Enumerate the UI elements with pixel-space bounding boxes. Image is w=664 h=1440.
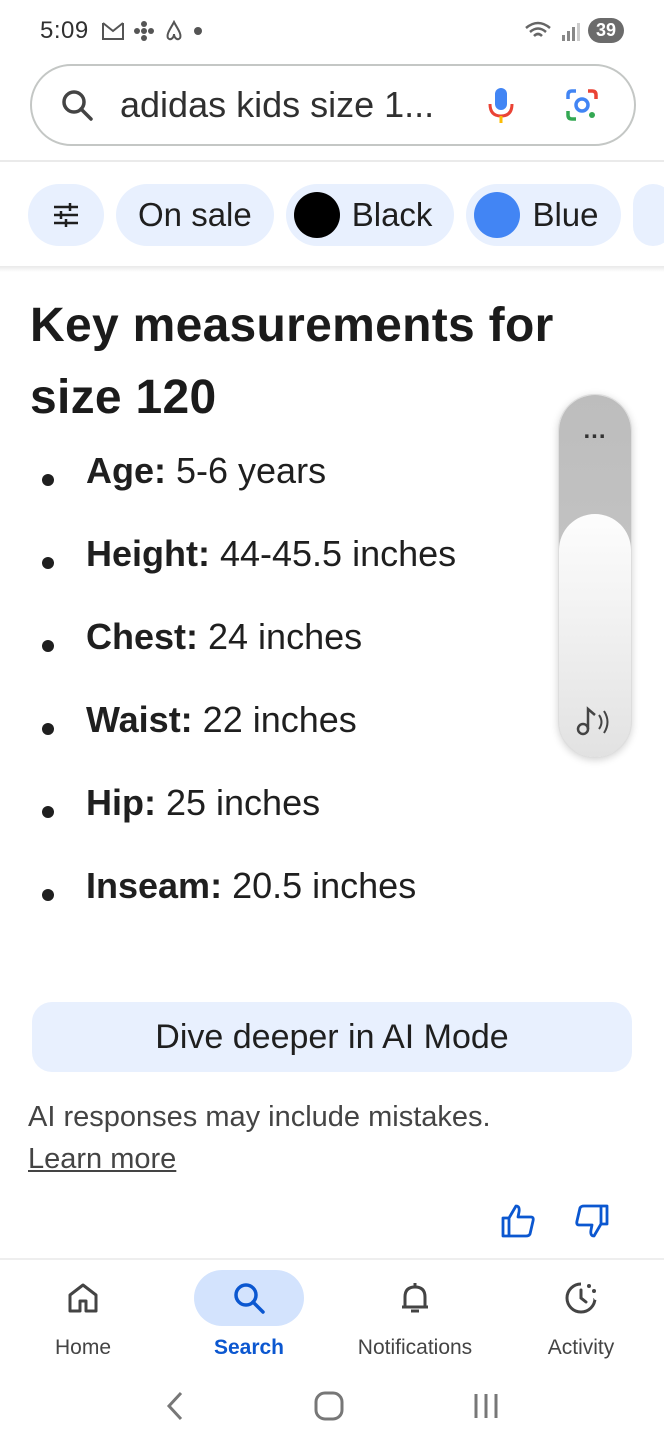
nav-search[interactable]: Search — [166, 1260, 332, 1368]
home-icon — [68, 1283, 98, 1313]
thumbs-up-icon[interactable] — [500, 1204, 536, 1238]
measurement-label: Inseam: — [86, 865, 223, 906]
chip-black[interactable]: Black — [285, 184, 455, 246]
measurement-label: Hip: — [86, 782, 156, 823]
ai-disclaimer: AI responses may include mistakes. Learn… — [28, 1096, 491, 1180]
search-icon — [62, 90, 93, 121]
measurement-label: Height: — [86, 533, 210, 574]
bell-icon — [402, 1283, 428, 1313]
learn-more-link[interactable]: Learn more — [28, 1138, 491, 1180]
tune-icon — [54, 203, 78, 227]
signal-icon — [561, 22, 580, 41]
activity-icon — [565, 1282, 598, 1314]
measurements-list: Age: 5-6 years Height: 44-45.5 inches Ches… — [30, 450, 456, 948]
nav-icon-container — [28, 1270, 138, 1326]
list-item: Inseam: 20.5 inches — [30, 865, 456, 948]
filters-button[interactable] — [28, 184, 104, 246]
airbnb-icon — [166, 20, 182, 41]
divider — [0, 266, 664, 272]
wifi-icon — [525, 21, 551, 37]
list-item: Waist: 22 inches — [30, 699, 456, 782]
measurement-label: Waist: — [86, 699, 193, 740]
search-bar[interactable]: adidas kids size 1... — [30, 64, 636, 146]
google-lens-icon[interactable] — [564, 87, 600, 123]
measurement-value: 25 inches — [165, 782, 321, 823]
chip-label: On sale — [138, 196, 252, 233]
home-button-icon[interactable] — [313, 1390, 345, 1422]
overview-heading: Key measurements for size 120 — [30, 299, 554, 424]
chip-on-sale[interactable]: On sale — [116, 184, 274, 246]
chip-more[interactable] — [632, 184, 664, 246]
media-volume-icon[interactable] — [575, 705, 615, 739]
back-icon[interactable] — [163, 1390, 187, 1422]
measurement-label: Age: — [86, 450, 166, 491]
filter-chips: On sale Black Blue — [28, 184, 664, 246]
list-item: Hip: 25 inches — [30, 782, 456, 865]
bottom-navigation: Home Search Notifications Activity — [0, 1258, 664, 1368]
thumbs-down-icon[interactable] — [574, 1204, 610, 1238]
bullet — [42, 557, 54, 569]
measurement-label: Chest: — [86, 616, 199, 657]
status-time: 5:09 — [40, 17, 89, 44]
divider — [0, 160, 664, 162]
list-item: Age: 5-6 years — [30, 450, 456, 533]
search-icon — [234, 1283, 265, 1314]
list-item: Chest: 24 inches — [30, 616, 456, 699]
nav-label: Home — [54, 1336, 112, 1359]
chip-label: Blue — [532, 196, 599, 233]
color-swatch — [293, 192, 340, 238]
bullet — [42, 806, 54, 818]
nav-label: Search — [213, 1336, 285, 1359]
ai-mode-button[interactable]: Dive deeper in AI Mode — [32, 1002, 632, 1072]
status-bar: 5:09 39 — [0, 0, 664, 62]
nav-icon-container — [526, 1270, 636, 1326]
bullet — [42, 723, 54, 735]
nav-icon-container — [360, 1270, 470, 1326]
recents-icon[interactable] — [471, 1391, 501, 1421]
nav-notifications[interactable]: Notifications — [332, 1260, 498, 1368]
color-swatch — [474, 192, 521, 238]
bullet — [42, 889, 54, 901]
nav-label: Activity — [547, 1336, 615, 1359]
measurement-value: 44-45.5 inches — [219, 533, 457, 574]
pinwheel-icon — [133, 21, 154, 41]
volume-slider[interactable]: ... — [558, 394, 632, 758]
microphone-icon[interactable] — [488, 86, 514, 124]
list-item: Height: 44-45.5 inches — [30, 533, 456, 616]
disclaimer-text: AI responses may include mistakes. — [28, 1101, 491, 1133]
chip-blue[interactable]: Blue — [466, 184, 621, 246]
notification-icons — [101, 20, 203, 42]
battery-indicator: 39 — [587, 18, 624, 43]
bullet — [42, 474, 54, 486]
measurement-value: 22 inches — [202, 699, 357, 740]
more-options-button[interactable]: ... — [559, 417, 631, 445]
nav-home[interactable]: Home — [0, 1260, 166, 1368]
nav-icon-container — [194, 1270, 304, 1326]
feedback-buttons — [500, 1204, 610, 1238]
nav-label: Notifications — [357, 1336, 473, 1359]
measurement-value: 24 inches — [208, 616, 363, 657]
system-navigation — [0, 1372, 664, 1440]
nav-activity[interactable]: Activity — [498, 1260, 664, 1368]
gmail-icon — [101, 22, 124, 40]
search-query[interactable]: adidas kids size 1... — [120, 84, 488, 126]
chip-label: Black — [351, 196, 433, 233]
bullet — [42, 640, 54, 652]
dot-icon — [193, 27, 202, 35]
measurement-value: 5-6 years — [176, 450, 327, 491]
measurement-value: 20.5 inches — [232, 865, 417, 906]
